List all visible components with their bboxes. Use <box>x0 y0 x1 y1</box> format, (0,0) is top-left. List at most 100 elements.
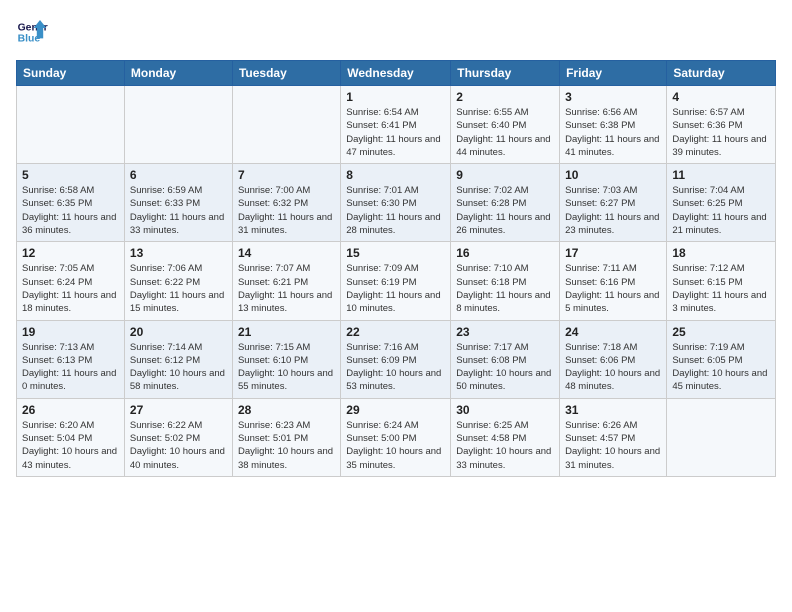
day-number: 21 <box>238 325 335 339</box>
day-info: Sunrise: 6:56 AM Sunset: 6:38 PM Dayligh… <box>565 106 661 159</box>
day-number: 20 <box>130 325 227 339</box>
calendar-cell <box>232 86 340 164</box>
calendar-table: SundayMondayTuesdayWednesdayThursdayFrid… <box>16 60 776 477</box>
day-number: 25 <box>672 325 770 339</box>
day-number: 2 <box>456 90 554 104</box>
day-info: Sunrise: 6:57 AM Sunset: 6:36 PM Dayligh… <box>672 106 770 159</box>
day-number: 10 <box>565 168 661 182</box>
calendar-cell: 29 Sunrise: 6:24 AM Sunset: 5:00 PM Dayli… <box>341 398 451 476</box>
header-day-saturday: Saturday <box>667 61 776 86</box>
day-info: Sunrise: 7:01 AM Sunset: 6:30 PM Dayligh… <box>346 184 445 237</box>
calendar-header-row: SundayMondayTuesdayWednesdayThursdayFrid… <box>17 61 776 86</box>
day-info: Sunrise: 6:22 AM Sunset: 5:02 PM Dayligh… <box>130 419 227 472</box>
day-info: Sunrise: 6:23 AM Sunset: 5:01 PM Dayligh… <box>238 419 335 472</box>
calendar-cell: 25 Sunrise: 7:19 AM Sunset: 6:05 PM Dayli… <box>667 320 776 398</box>
day-info: Sunrise: 7:19 AM Sunset: 6:05 PM Dayligh… <box>672 341 770 394</box>
calendar-cell: 13 Sunrise: 7:06 AM Sunset: 6:22 PM Dayli… <box>124 242 232 320</box>
day-info: Sunrise: 7:00 AM Sunset: 6:32 PM Dayligh… <box>238 184 335 237</box>
calendar-cell: 16Sunrise: 7:10 AM Sunset: 6:18 PM Dayli… <box>451 242 560 320</box>
calendar-cell: 22 Sunrise: 7:16 AM Sunset: 6:09 PM Dayli… <box>341 320 451 398</box>
day-number: 24 <box>565 325 661 339</box>
header-day-friday: Friday <box>560 61 667 86</box>
day-info: Sunrise: 7:12 AM Sunset: 6:15 PM Dayligh… <box>672 262 770 315</box>
day-info: Sunrise: 6:25 AM Sunset: 4:58 PM Dayligh… <box>456 419 554 472</box>
day-info: Sunrise: 6:55 AM Sunset: 6:40 PM Dayligh… <box>456 106 554 159</box>
day-number: 31 <box>565 403 661 417</box>
calendar-cell: 5 Sunrise: 6:58 AM Sunset: 6:35 PM Daylig… <box>17 164 125 242</box>
calendar-cell: 30 Sunrise: 6:25 AM Sunset: 4:58 PM Dayli… <box>451 398 560 476</box>
day-number: 18 <box>672 246 770 260</box>
calendar-week-1: 1 Sunrise: 6:54 AM Sunset: 6:41 PM Daylig… <box>17 86 776 164</box>
logo: General Blue <box>16 16 48 48</box>
calendar-week-5: 26 Sunrise: 6:20 AM Sunset: 5:04 PM Dayli… <box>17 398 776 476</box>
day-info: Sunrise: 7:14 AM Sunset: 6:12 PM Dayligh… <box>130 341 227 394</box>
header-day-tuesday: Tuesday <box>232 61 340 86</box>
day-number: 9 <box>456 168 554 182</box>
day-number: 5 <box>22 168 119 182</box>
calendar-cell: 28 Sunrise: 6:23 AM Sunset: 5:01 PM Dayli… <box>232 398 340 476</box>
calendar-cell: 24 Sunrise: 7:18 AM Sunset: 6:06 PM Dayli… <box>560 320 667 398</box>
day-number: 13 <box>130 246 227 260</box>
day-info: Sunrise: 7:16 AM Sunset: 6:09 PM Dayligh… <box>346 341 445 394</box>
calendar-cell: 14 Sunrise: 7:07 AM Sunset: 6:21 PM Dayli… <box>232 242 340 320</box>
calendar-cell: 2 Sunrise: 6:55 AM Sunset: 6:40 PM Daylig… <box>451 86 560 164</box>
day-number: 3 <box>565 90 661 104</box>
calendar-cell: 26 Sunrise: 6:20 AM Sunset: 5:04 PM Dayli… <box>17 398 125 476</box>
day-info: Sunrise: 7:03 AM Sunset: 6:27 PM Dayligh… <box>565 184 661 237</box>
day-number: 7 <box>238 168 335 182</box>
day-info: Sunrise: 6:59 AM Sunset: 6:33 PM Dayligh… <box>130 184 227 237</box>
calendar-cell <box>124 86 232 164</box>
day-info: Sunrise: 7:09 AM Sunset: 6:19 PM Dayligh… <box>346 262 445 315</box>
day-number: 27 <box>130 403 227 417</box>
calendar-cell: 11 Sunrise: 7:04 AM Sunset: 6:25 PM Dayli… <box>667 164 776 242</box>
calendar-cell: 6 Sunrise: 6:59 AM Sunset: 6:33 PM Daylig… <box>124 164 232 242</box>
day-info: Sunrise: 6:20 AM Sunset: 5:04 PM Dayligh… <box>22 419 119 472</box>
calendar-body: 1 Sunrise: 6:54 AM Sunset: 6:41 PM Daylig… <box>17 86 776 477</box>
calendar-cell <box>17 86 125 164</box>
calendar-cell: 20 Sunrise: 7:14 AM Sunset: 6:12 PM Dayli… <box>124 320 232 398</box>
day-info: Sunrise: 7:17 AM Sunset: 6:08 PM Dayligh… <box>456 341 554 394</box>
logo-icon: General Blue <box>16 16 48 48</box>
day-info: Sunrise: 7:07 AM Sunset: 6:21 PM Dayligh… <box>238 262 335 315</box>
day-info: Sunrise: 7:02 AM Sunset: 6:28 PM Dayligh… <box>456 184 554 237</box>
day-number: 8 <box>346 168 445 182</box>
day-number: 22 <box>346 325 445 339</box>
day-info: Sunrise: 7:04 AM Sunset: 6:25 PM Dayligh… <box>672 184 770 237</box>
day-number: 14 <box>238 246 335 260</box>
day-number: 19 <box>22 325 119 339</box>
calendar-cell: 9 Sunrise: 7:02 AM Sunset: 6:28 PM Daylig… <box>451 164 560 242</box>
header-day-wednesday: Wednesday <box>341 61 451 86</box>
day-info: Sunrise: 6:58 AM Sunset: 6:35 PM Dayligh… <box>22 184 119 237</box>
calendar-cell: 15Sunrise: 7:09 AM Sunset: 6:19 PM Dayli… <box>341 242 451 320</box>
day-number: 12 <box>22 246 119 260</box>
calendar-week-3: 12Sunrise: 7:05 AM Sunset: 6:24 PM Dayli… <box>17 242 776 320</box>
day-info: Sunrise: 7:11 AM Sunset: 6:16 PM Dayligh… <box>565 262 661 315</box>
day-number: 23 <box>456 325 554 339</box>
calendar-week-2: 5 Sunrise: 6:58 AM Sunset: 6:35 PM Daylig… <box>17 164 776 242</box>
calendar-cell: 12Sunrise: 7:05 AM Sunset: 6:24 PM Dayli… <box>17 242 125 320</box>
day-number: 17 <box>565 246 661 260</box>
day-number: 28 <box>238 403 335 417</box>
header-day-sunday: Sunday <box>17 61 125 86</box>
calendar-week-4: 19Sunrise: 7:13 AM Sunset: 6:13 PM Dayli… <box>17 320 776 398</box>
day-number: 1 <box>346 90 445 104</box>
day-info: Sunrise: 6:26 AM Sunset: 4:57 PM Dayligh… <box>565 419 661 472</box>
calendar-cell: 10 Sunrise: 7:03 AM Sunset: 6:27 PM Dayli… <box>560 164 667 242</box>
calendar-cell: 31 Sunrise: 6:26 AM Sunset: 4:57 PM Dayli… <box>560 398 667 476</box>
day-info: Sunrise: 6:24 AM Sunset: 5:00 PM Dayligh… <box>346 419 445 472</box>
day-number: 30 <box>456 403 554 417</box>
day-number: 29 <box>346 403 445 417</box>
day-number: 11 <box>672 168 770 182</box>
header-day-monday: Monday <box>124 61 232 86</box>
calendar-cell: 8 Sunrise: 7:01 AM Sunset: 6:30 PM Daylig… <box>341 164 451 242</box>
calendar-cell: 1 Sunrise: 6:54 AM Sunset: 6:41 PM Daylig… <box>341 86 451 164</box>
day-info: Sunrise: 7:06 AM Sunset: 6:22 PM Dayligh… <box>130 262 227 315</box>
day-info: Sunrise: 7:10 AM Sunset: 6:18 PM Dayligh… <box>456 262 554 315</box>
day-number: 6 <box>130 168 227 182</box>
day-number: 26 <box>22 403 119 417</box>
calendar-cell: 7 Sunrise: 7:00 AM Sunset: 6:32 PM Daylig… <box>232 164 340 242</box>
day-info: Sunrise: 7:18 AM Sunset: 6:06 PM Dayligh… <box>565 341 661 394</box>
calendar-cell: 4Sunrise: 6:57 AM Sunset: 6:36 PM Daylig… <box>667 86 776 164</box>
header-day-thursday: Thursday <box>451 61 560 86</box>
day-info: Sunrise: 6:54 AM Sunset: 6:41 PM Dayligh… <box>346 106 445 159</box>
